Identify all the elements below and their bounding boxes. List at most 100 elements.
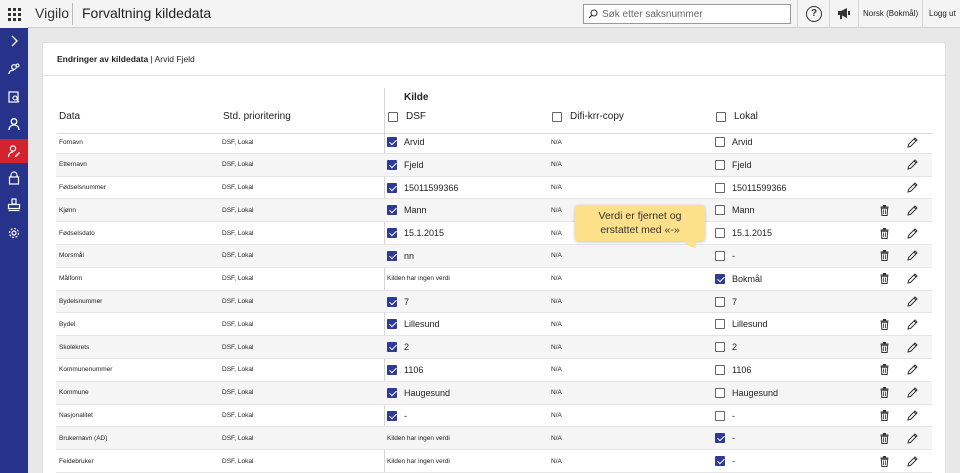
announcement-button[interactable] [837, 6, 851, 25]
delete-button[interactable] [878, 382, 890, 404]
field-name: Etternavn [59, 161, 87, 169]
field-priority: DSF, Lokal [222, 184, 254, 192]
delete-button[interactable] [878, 336, 890, 358]
pencil-icon [906, 136, 918, 148]
difi-value: N/A [551, 320, 562, 328]
edit-button[interactable] [906, 336, 918, 358]
dsf-checkbox[interactable] [387, 342, 397, 353]
dsf-checkbox[interactable] [387, 228, 397, 239]
delete-button[interactable] [878, 359, 890, 381]
delete-button[interactable] [878, 450, 890, 472]
delete-button[interactable] [878, 222, 890, 244]
edit-button[interactable] [906, 222, 918, 244]
field-name: Nasjonalitet [59, 412, 93, 420]
sidebar-item-lock[interactable] [0, 166, 28, 190]
dsf-checkbox[interactable] [387, 250, 397, 261]
sidebar-item-expand[interactable] [0, 29, 28, 53]
dsf-value: Kilden har ingen verdi [387, 457, 450, 465]
edit-button[interactable] [906, 154, 918, 176]
lokal-checkbox[interactable] [715, 410, 725, 421]
edit-button[interactable] [906, 199, 918, 221]
dsf-checkbox[interactable] [387, 182, 397, 193]
delete-button[interactable] [878, 427, 890, 449]
difi-value: N/A [551, 252, 562, 260]
column-header-priority: Std. prioritering [223, 111, 291, 122]
sidebar-item-user[interactable] [0, 112, 28, 136]
sidebar-item-settings[interactable] [0, 221, 28, 245]
search-box[interactable] [583, 4, 791, 24]
dsf-checkbox[interactable] [387, 319, 397, 330]
table-row: Bydel DSF, Lokal Lillesund N/A Lillesund [56, 313, 932, 337]
edit-button[interactable] [906, 177, 918, 199]
pencil-icon [906, 273, 918, 285]
dsf-checkbox[interactable] [387, 137, 397, 147]
edit-button[interactable] [906, 291, 918, 313]
lokal-checkbox[interactable] [715, 387, 725, 398]
page-title: Forvaltning kildedata [82, 5, 212, 21]
lokal-checkbox[interactable] [715, 296, 725, 307]
lokal-checkbox[interactable] [715, 273, 725, 284]
delete-button[interactable] [878, 245, 890, 267]
lokal-checkbox[interactable] [715, 364, 725, 375]
field-name: Feidebruker [59, 457, 94, 465]
edit-button[interactable] [906, 359, 918, 381]
select-all-difi-checkbox[interactable] [552, 111, 562, 122]
dsf-cell: Kilden har ingen verdi [387, 268, 450, 290]
logout-button[interactable]: Logg ut [929, 9, 956, 18]
edit-button[interactable] [906, 245, 918, 267]
app-launcher-button[interactable] [0, 0, 28, 28]
lokal-value: Lillesund [732, 319, 768, 330]
lokal-checkbox[interactable] [715, 250, 725, 261]
dsf-checkbox[interactable] [387, 296, 397, 307]
delete-button[interactable] [878, 313, 890, 335]
edit-button[interactable] [906, 131, 918, 153]
pencil-icon [906, 341, 918, 353]
select-all-lokal-checkbox[interactable] [716, 111, 726, 122]
sidebar-item-stamp[interactable] [0, 193, 28, 217]
delete-button[interactable] [878, 268, 890, 290]
app-name[interactable]: Vigilo [35, 5, 69, 21]
sidebar-item-users-search[interactable] [0, 57, 28, 81]
lokal-checkbox[interactable] [715, 182, 725, 193]
trash-icon [878, 410, 890, 422]
delete-button[interactable] [878, 199, 890, 221]
lokal-checkbox[interactable] [715, 159, 725, 170]
select-all-dsf-checkbox[interactable] [388, 111, 398, 122]
dsf-checkbox[interactable] [387, 387, 397, 398]
source-group-label: Kilde [404, 92, 429, 103]
lokal-checkbox[interactable] [715, 228, 725, 239]
edit-button[interactable] [906, 382, 918, 404]
dsf-cell: 15.1.2015 [387, 222, 444, 244]
edit-button[interactable] [906, 405, 918, 427]
lokal-checkbox[interactable] [715, 456, 725, 467]
search-input[interactable] [602, 8, 782, 20]
edit-button[interactable] [906, 268, 918, 290]
lokal-checkbox[interactable] [715, 137, 725, 147]
help-button[interactable]: ? [806, 6, 822, 22]
trash-icon [878, 387, 890, 399]
field-priority: DSF, Lokal [222, 252, 254, 260]
edit-button[interactable] [906, 313, 918, 335]
lokal-checkbox[interactable] [715, 433, 725, 444]
field-name: Kommune [59, 389, 89, 397]
sidebar-item-document-search[interactable] [0, 85, 28, 109]
lokal-checkbox[interactable] [715, 319, 725, 330]
dsf-checkbox[interactable] [387, 364, 397, 375]
lokal-cell: Fjeld [715, 154, 752, 176]
field-priority: DSF, Lokal [222, 298, 254, 306]
field-priority: DSF, Lokal [222, 206, 254, 214]
dsf-checkbox[interactable] [387, 205, 397, 216]
lokal-cell: Haugesund [715, 382, 778, 404]
edit-button[interactable] [906, 450, 918, 472]
edit-button[interactable] [906, 427, 918, 449]
language-selector[interactable]: Norsk (Bokmål) [863, 9, 918, 18]
lokal-checkbox[interactable] [715, 205, 725, 216]
dsf-checkbox[interactable] [387, 410, 397, 421]
dsf-cell: Mann [387, 199, 427, 221]
delete-button[interactable] [878, 405, 890, 427]
lokal-checkbox[interactable] [715, 342, 725, 353]
dsf-checkbox[interactable] [387, 159, 397, 170]
field-priority: DSF, Lokal [222, 389, 254, 397]
trash-icon [878, 341, 890, 353]
sidebar-item-user-edit[interactable] [0, 139, 28, 163]
